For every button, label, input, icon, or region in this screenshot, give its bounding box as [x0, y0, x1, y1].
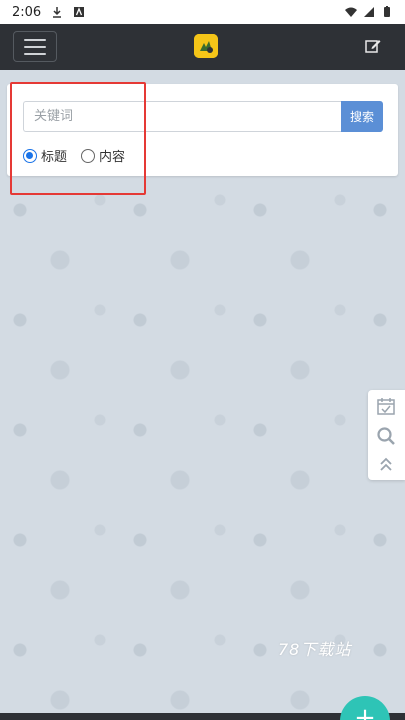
- annotation-highlight: [10, 82, 146, 195]
- edit-icon[interactable]: [364, 37, 382, 55]
- app-logo-icon[interactable]: [194, 34, 218, 58]
- side-toolbar: [368, 390, 405, 480]
- hamburger-icon: [24, 38, 46, 41]
- watermark: 78下载站: [278, 640, 352, 659]
- plus-icon: +: [354, 703, 376, 720]
- notification-icon: [74, 7, 85, 17]
- navbar: [0, 24, 405, 70]
- wifi-icon: [345, 7, 357, 17]
- battery-icon: [384, 6, 390, 17]
- signal-icon: [364, 7, 374, 17]
- calendar-check-icon[interactable]: [376, 396, 396, 416]
- search-button[interactable]: 搜索: [341, 101, 383, 132]
- status-time: 2:06: [12, 4, 42, 20]
- menu-button[interactable]: [13, 31, 57, 62]
- search-icon[interactable]: [376, 426, 396, 446]
- download-icon: [53, 7, 62, 18]
- status-bar: 2:06: [0, 0, 405, 24]
- double-chevron-up-icon[interactable]: [376, 454, 396, 474]
